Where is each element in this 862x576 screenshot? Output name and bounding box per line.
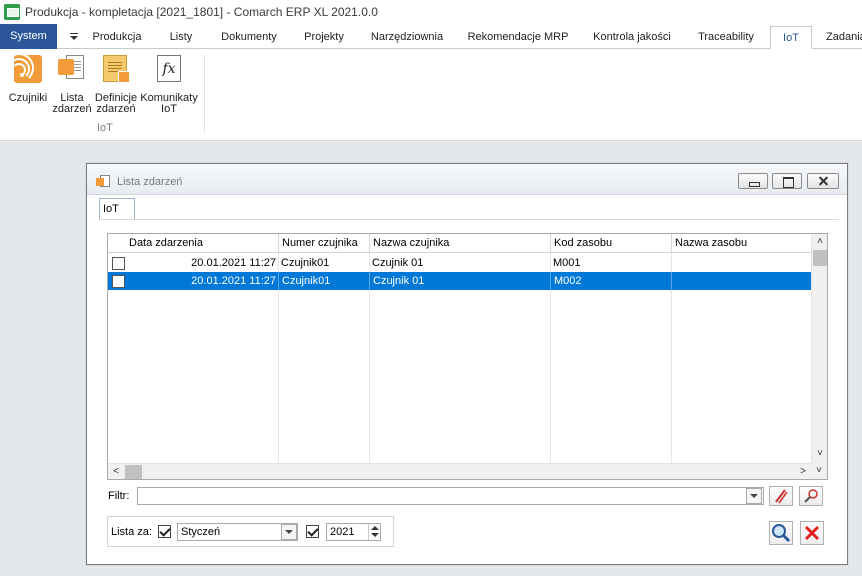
spinner-arrows-icon[interactable] [368,524,380,540]
month-value: Styczeń [181,526,221,538]
tab-zadania[interactable]: Zadania [818,26,862,49]
tab-iot-dialog[interactable]: IoT [99,198,135,220]
lista-za-group: Lista za: Styczeń 2021 [107,516,394,547]
tab-kontrola-jakosci[interactable]: Kontrola jakości [584,26,680,49]
clear-filter-button[interactable] [769,486,793,506]
filter-dropdown-icon[interactable] [746,488,762,504]
tab-listy[interactable]: Listy [158,26,204,49]
close-button[interactable] [807,173,839,189]
title-bar: Produkcja - kompletacja [2021_1801] - Co… [0,0,862,24]
window-title: Produkcja - kompletacja [2021_1801] - Co… [25,5,378,19]
dialog-title-bar[interactable]: Lista zdarzeń [87,164,847,195]
scroll-thumb[interactable] [125,465,142,479]
cell-numer: Czujnik01 [281,257,330,269]
minimize-button[interactable] [738,173,768,189]
col-numer-czujnika[interactable]: Numer czujnika [278,234,369,253]
cell-nazwa-zasobu [671,272,811,290]
cell-data: 20.01.2021 11:27 [191,257,276,269]
ribbon-tabs: System Produkcja Listy Dokumenty Projekt… [0,24,862,49]
tab-iot[interactable]: IoT [770,26,812,49]
filter-settings-button[interactable] [799,486,823,506]
dialog-title: Lista zdarzeń [117,176,183,188]
month-dropdown-icon[interactable] [281,524,297,540]
komunikaty-iot-label: Komunikaty IoT [140,92,198,115]
col-nazwa-czujnika[interactable]: Nazwa czujnika [369,234,550,253]
events-table[interactable]: Data zdarzenia Numer czujnika Nazwa czuj… [107,233,828,480]
tab-system[interactable]: System [0,24,57,49]
lista-zdarzen-label: Lista zdarzeń [52,92,92,115]
event-list-icon [58,55,86,83]
table-row-selected[interactable]: 20.01.2021 11:27 Czujnik01 Czujnik 01 M0… [108,272,811,290]
lista-za-label: Lista za: [111,526,152,538]
close-dialog-button[interactable] [800,521,824,545]
tab-traceability[interactable]: Traceability [688,26,764,49]
quick-access-dropdown-icon[interactable] [65,26,83,49]
cell-numer: Czujnik01 [278,272,369,290]
tab-rekomendacje-mrp[interactable]: Rekomendacje MRP [460,26,576,49]
app-icon [4,4,20,20]
definicje-zdarzen-button[interactable]: Definicje zdarzeń [94,55,138,115]
czujniki-button[interactable]: Czujniki [8,55,48,104]
col-kod-zasobu[interactable]: Kod zasobu [550,234,671,253]
cell-kod: M002 [550,272,671,290]
close-icon [804,525,820,541]
filter-wrench-icon [804,489,818,503]
filter-input[interactable] [137,487,764,505]
maximize-button[interactable] [772,173,802,189]
ribbon-group-label: IoT [97,122,113,134]
row-checkbox[interactable] [112,275,125,288]
scroll-down-icon[interactable]: ˅ [813,447,827,461]
filter-label: Filtr: [108,490,130,502]
year-checkbox[interactable] [306,525,319,538]
table-row[interactable]: 20.01.2021 11:27 Czujnik01 Czujnik 01 M0… [108,254,811,272]
fx-icon: fx [155,55,183,83]
tab-dokumenty[interactable]: Dokumenty [212,26,286,49]
definicje-zdarzen-label: Definicje zdarzeń [94,92,138,115]
scroll-thumb[interactable] [813,250,827,266]
scroll-left-icon[interactable]: < [109,465,123,479]
table-header: Data zdarzenia Numer czujnika Nazwa czuj… [108,234,811,253]
search-button[interactable] [769,521,793,545]
month-select[interactable]: Styczeń [177,523,298,541]
eraser-icon [775,489,788,504]
year-spinner[interactable]: 2021 [326,523,381,541]
horizontal-scrollbar[interactable]: < > [108,463,811,479]
sensor-icon [14,55,42,83]
col-nazwa-zasobu[interactable]: Nazwa zasobu [671,234,811,253]
event-list-icon [96,175,110,187]
tab-produkcja[interactable]: Produkcja [84,26,150,49]
scroll-up-icon[interactable]: ˄ [813,235,827,249]
cell-data: 20.01.2021 11:27 [191,275,276,287]
tab-divider [99,219,839,220]
cell-nazwa: Czujnik 01 [369,272,550,290]
search-icon [772,524,791,543]
tab-projekty[interactable]: Projekty [294,26,354,49]
komunikaty-iot-button[interactable]: fx Komunikaty IoT [140,55,198,115]
month-checkbox[interactable] [158,525,171,538]
lista-zdarzen-window: Lista zdarzeń IoT Data zdarzenia Numer c… [86,163,848,565]
row-checkbox[interactable] [112,257,125,270]
cell-nazwa-zasobu [671,254,811,272]
vertical-scrollbar[interactable]: ˄ ˅ [811,234,827,463]
scroll-corner: ˅ [811,463,827,479]
scroll-down-icon[interactable]: ˅ [812,464,826,478]
cell-nazwa: Czujnik 01 [372,257,424,269]
group-separator [204,55,205,133]
col-data-zdarzenia[interactable]: Data zdarzenia [126,234,278,253]
ribbon-panel: Czujniki Lista zdarzeń Definicje zdarzeń… [0,49,862,141]
tab-narzedziownia[interactable]: Narzędziownia [362,26,452,49]
year-value: 2021 [330,526,355,538]
lista-zdarzen-button[interactable]: Lista zdarzeń [51,55,93,115]
czujniki-label: Czujniki [8,92,48,104]
cell-kod: M001 [553,257,581,269]
event-definitions-icon [102,55,130,83]
scroll-right-icon[interactable]: > [796,465,810,479]
